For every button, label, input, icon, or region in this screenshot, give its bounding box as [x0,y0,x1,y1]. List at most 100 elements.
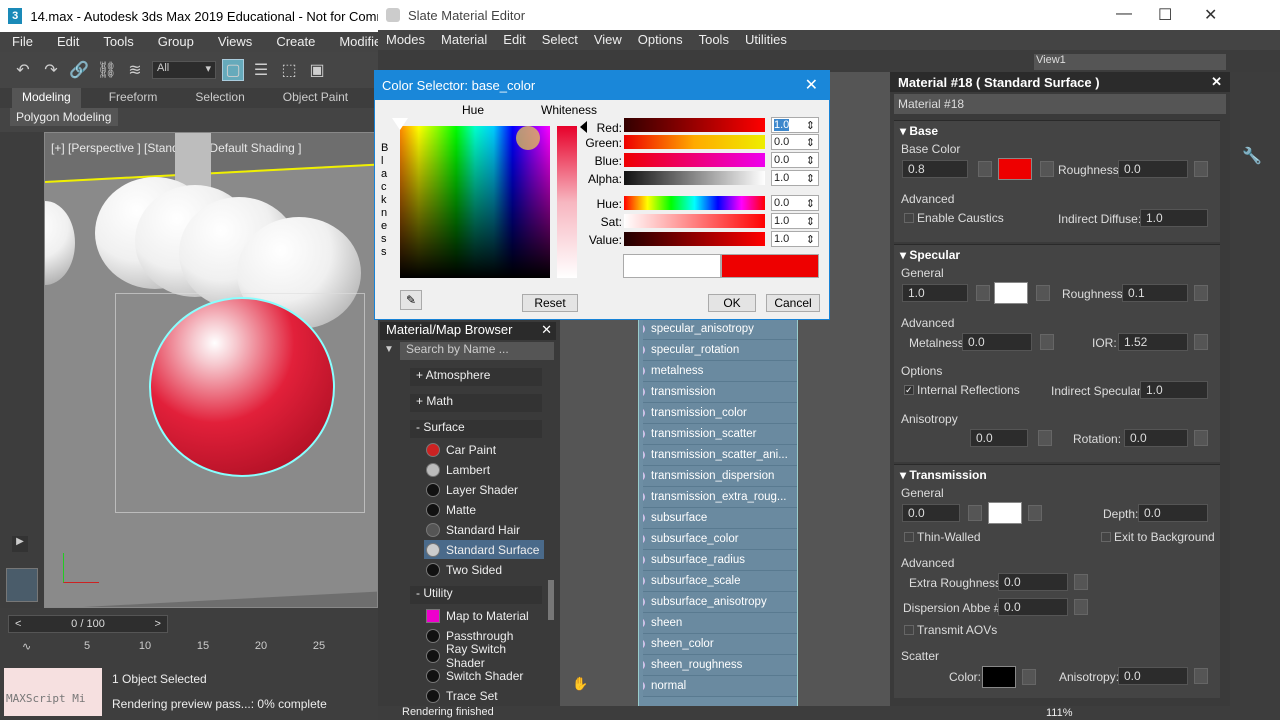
browser-item[interactable]: Standard Hair [424,520,544,539]
depth-spinner[interactable]: 0.0 [1138,504,1208,522]
slot-socket-icon[interactable] [643,681,645,691]
node-slot[interactable]: transmission_dispersion [643,466,797,487]
browser-item[interactable]: Ray Switch Shader [424,642,544,670]
view-tab-dropdown[interactable]: View1 [1034,54,1226,70]
collapse-icon[interactable]: ▾ [900,248,909,262]
base-color-swatch[interactable] [998,158,1032,180]
tab-freeform[interactable]: Freeform [99,88,168,108]
node-slot[interactable]: transmission_scatter_ani... [643,445,797,466]
browser-item[interactable]: Two Sided [424,560,544,579]
sat-slider[interactable] [624,214,765,228]
specular-rollout-header[interactable]: ▾ Specular [900,248,960,262]
collapse-icon[interactable]: ▾ [900,124,909,138]
transmission-rollout-header[interactable]: ▾ Transmission [900,468,987,482]
node-slot[interactable]: subsurface_radius [643,550,797,571]
sat-spinner[interactable]: 1.0 ⇕ [771,213,819,229]
transmit-aovs-checkbox[interactable] [904,625,914,635]
blue-spinner[interactable]: 0.0 ⇕ [771,152,819,168]
transmission-color-swatch[interactable] [988,502,1022,524]
slot-socket-icon[interactable] [643,324,645,334]
zoom-level[interactable]: 111% [1046,707,1073,719]
browser-close-icon[interactable]: ✕ [541,322,552,340]
transmission-color-map-button[interactable] [1028,505,1042,521]
window-crossing-icon[interactable]: ▣ [306,59,328,81]
menu-options[interactable]: Options [630,30,691,50]
exit-to-background-checkbox[interactable] [1101,532,1111,542]
red-sphere-selected[interactable] [149,297,335,477]
anisotropy-spinner[interactable]: 0.0 [970,429,1028,447]
node-slot[interactable]: subsurface_color [643,529,797,550]
rect-selection-icon[interactable]: ⬚ [278,59,300,81]
browser-item[interactable]: Switch Shader [424,666,544,685]
menu-group[interactable]: Group [146,32,206,52]
base-color-map-button[interactable] [1040,161,1054,177]
bind-space-warp-icon[interactable]: ≋ [124,59,146,81]
dialog-close-icon[interactable]: ✕ [805,75,818,95]
viewport-thumbnail[interactable] [6,568,38,602]
ok-button[interactable]: OK [708,294,756,312]
maxscript-listener[interactable]: MAXScript Mi [4,668,102,716]
node-slot[interactable]: metalness [643,361,797,382]
slot-socket-icon[interactable] [643,429,645,439]
base-rollout-header[interactable]: ▾ Base [900,124,938,138]
category-math[interactable]: + Math [410,394,542,412]
menu-modes[interactable]: Modes [378,30,433,50]
specular-weight-map-button[interactable] [976,285,990,301]
transmission-weight-spinner[interactable]: 0.0 [902,504,960,522]
value-spinner[interactable]: 1.0 ⇕ [771,231,819,247]
metalness-spinner[interactable]: 0.0 [962,333,1032,351]
prev-frame-icon[interactable]: < [15,618,21,630]
category-surface[interactable]: - Surface [410,420,542,438]
material-name-field[interactable]: Material #18 [894,94,1226,114]
menu-edit[interactable]: Edit [45,32,91,52]
green-slider[interactable] [624,135,765,149]
rotation-spinner[interactable]: 0.0 [1124,429,1188,447]
browser-item[interactable]: Map to Material [424,606,544,625]
select-by-name-icon[interactable]: ☰ [250,59,272,81]
specular-roughness-map-button[interactable] [1194,285,1208,301]
category-atmosphere[interactable]: + Atmosphere [410,368,542,386]
menu-select[interactable]: Select [534,30,586,50]
internal-reflections-checkbox[interactable]: ✓ [904,385,914,395]
node-slot[interactable]: subsurface_scale [643,571,797,592]
green-spinner[interactable]: 0.0 ⇕ [771,134,819,150]
slot-socket-icon[interactable] [643,618,645,628]
wrench-icon[interactable]: 🔧 [1242,146,1262,166]
redo-icon[interactable]: ↷ [40,59,62,81]
rotation-map-button[interactable] [1194,430,1208,446]
reset-button[interactable]: Reset [522,294,578,312]
slot-socket-icon[interactable] [643,660,645,670]
dispersion-abbe-spinner[interactable]: 0.0 [998,598,1068,616]
menu-view[interactable]: View [586,30,630,50]
menu-views[interactable]: Views [206,32,264,52]
extra-roughness-map-button[interactable] [1074,574,1088,590]
track-bar-curve-icon[interactable]: ∿ [22,640,58,662]
enable-caustics-checkbox[interactable] [904,213,914,223]
menu-utilities[interactable]: Utilities [737,30,795,50]
browser-item[interactable]: Lambert [424,460,544,479]
specular-roughness-spinner[interactable]: 0.1 [1122,284,1188,302]
menu-material[interactable]: Material [433,30,495,50]
base-roughness-map-button[interactable] [1194,161,1208,177]
node-slot[interactable]: specular_anisotropy [643,319,797,340]
hue-slider[interactable] [624,196,765,210]
extra-roughness-spinner[interactable]: 0.0 [998,573,1068,591]
browser-item[interactable]: Layer Shader [424,480,544,499]
base-weight-map-button[interactable] [978,161,992,177]
indirect-diffuse-spinner[interactable]: 1.0 [1140,209,1208,227]
slot-socket-icon[interactable] [643,345,645,355]
slot-socket-icon[interactable] [643,450,645,460]
node-slot[interactable]: transmission [643,382,797,403]
slot-socket-icon[interactable] [643,534,645,544]
anisotropy-map-button[interactable] [1038,430,1052,446]
node-slot[interactable]: sheen [643,613,797,634]
collapse-icon[interactable]: ▾ [900,468,909,482]
specular-color-map-button[interactable] [1036,285,1050,301]
menu-create[interactable]: Create [264,32,327,52]
node-slot[interactable]: sheen_roughness [643,655,797,676]
alpha-spinner[interactable]: 1.0 ⇕ [771,170,819,186]
node-slot[interactable]: transmission_scatter [643,424,797,445]
browser-scrollbar[interactable] [548,580,554,620]
node-slot[interactable]: specular_rotation [643,340,797,361]
maximize-icon[interactable]: ☐ [1158,5,1172,25]
